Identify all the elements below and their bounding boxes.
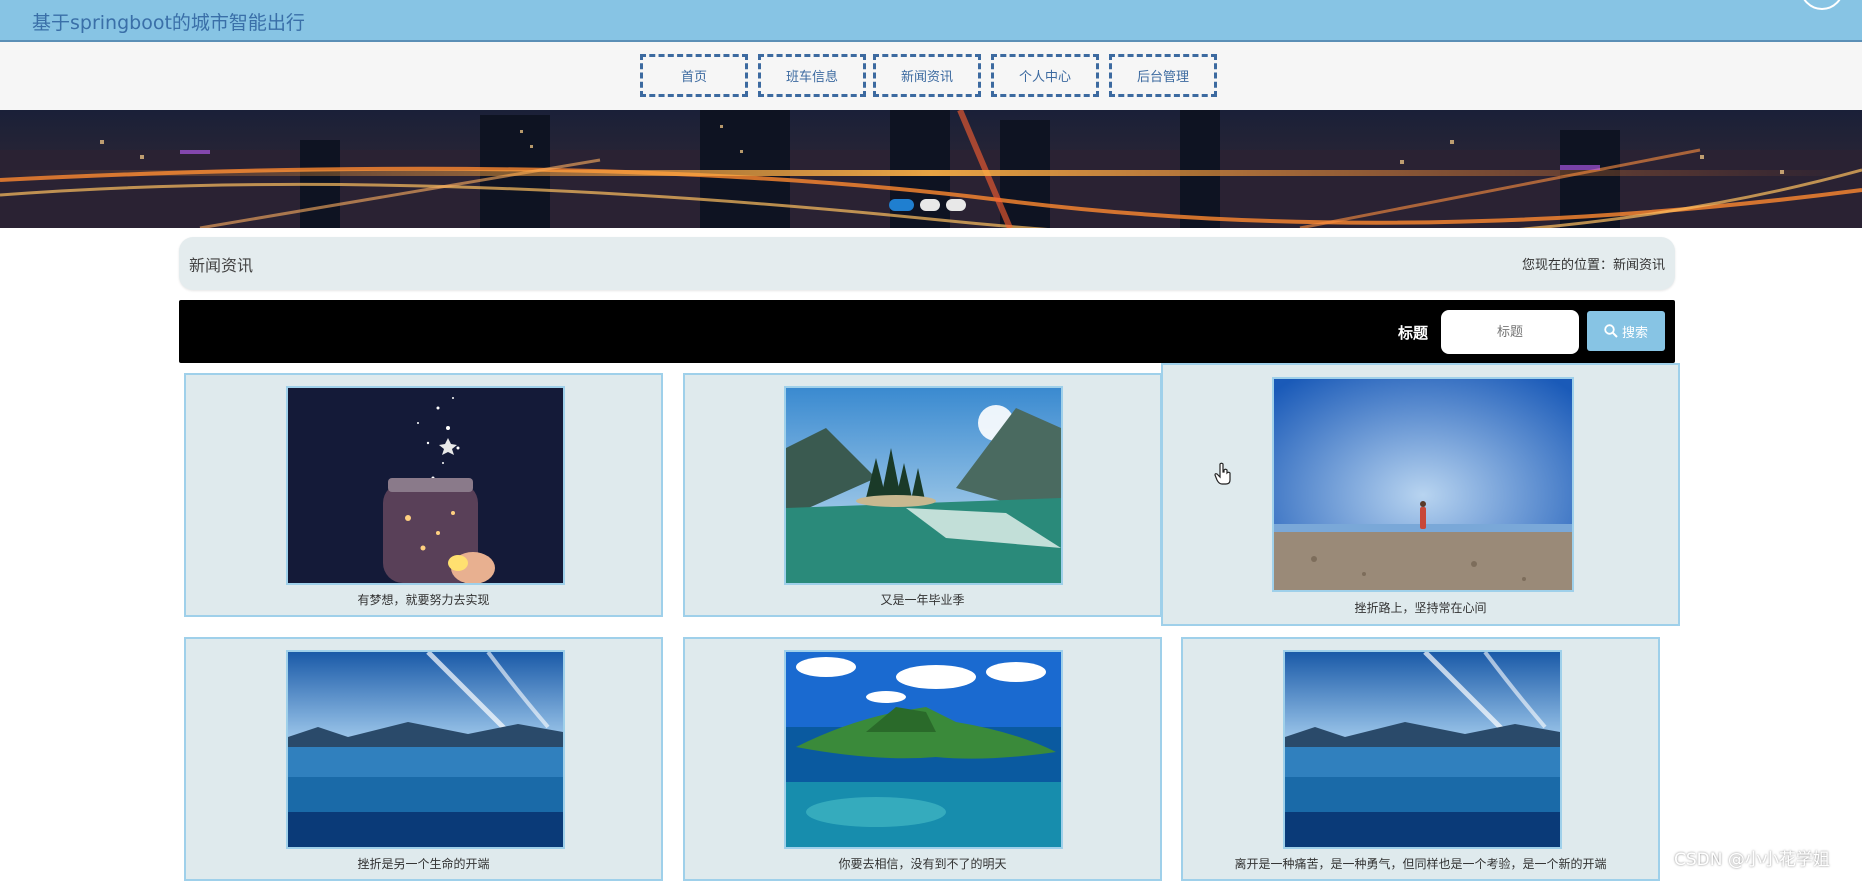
news-image <box>286 650 565 849</box>
news-image <box>286 386 565 585</box>
section-title: 新闻资讯 <box>189 256 254 275</box>
news-title: 离开是一种痛苦，是一种勇气，但同样也是一个考验，是一个新的开端 <box>1234 857 1607 871</box>
nav-item-shuttle-info[interactable]: 班车信息 <box>758 54 866 97</box>
search-button[interactable]: 搜索 <box>1587 311 1665 351</box>
news-card[interactable]: 离开是一种痛苦，是一种勇气，但同样也是一个考验，是一个新的开端 <box>1181 637 1660 881</box>
news-card[interactable]: 又是一年毕业季 <box>683 373 1162 617</box>
news-card[interactable]: 你要去相信，没有到不了的明天 <box>683 637 1162 881</box>
news-title: 你要去相信，没有到不了的明天 <box>838 857 1007 871</box>
news-card-hovered[interactable]: 挫折路上，坚持常在心间 <box>1161 363 1680 626</box>
carousel-dot-2[interactable] <box>920 199 940 211</box>
search-label: 标题 <box>1398 324 1429 342</box>
news-card[interactable]: 挫折是另一个生命的开端 <box>184 637 663 881</box>
news-title: 有梦想，就要努力去实现 <box>357 593 490 607</box>
search-bar: 标题 搜索 <box>179 300 1675 363</box>
site-title: 基于springboot的城市智能出行 <box>32 12 305 34</box>
news-image <box>784 386 1063 585</box>
breadcrumb: 新闻资讯 您现在的位置：新闻资讯 <box>179 237 1675 290</box>
news-image <box>784 650 1063 849</box>
news-title: 挫折路上，坚持常在心间 <box>1354 601 1487 615</box>
search-icon <box>1604 324 1618 338</box>
news-image <box>1272 377 1574 592</box>
nav-item-admin[interactable]: 后台管理 <box>1109 54 1217 97</box>
site-header: 基于springboot的城市智能出行 <box>0 0 1862 42</box>
news-title: 挫折是另一个生命的开端 <box>357 857 490 871</box>
carousel-dot-3[interactable] <box>946 199 966 211</box>
nav-item-home[interactable]: 首页 <box>640 54 748 97</box>
news-title: 又是一年毕业季 <box>880 593 965 607</box>
news-card[interactable]: 有梦想，就要努力去实现 <box>184 373 663 617</box>
search-input[interactable] <box>1441 310 1579 354</box>
carousel-dot-1[interactable] <box>889 199 914 211</box>
news-image <box>1283 650 1562 849</box>
breadcrumb-position: 您现在的位置：新闻资讯 <box>1521 258 1665 273</box>
main-nav: 首页 班车信息 新闻资讯 个人中心 后台管理 <box>0 42 1862 110</box>
hand-cursor-icon <box>1214 462 1231 485</box>
banner-carousel[interactable] <box>0 110 1862 228</box>
search-button-label: 搜索 <box>1621 325 1648 341</box>
nav-item-personal-center[interactable]: 个人中心 <box>991 54 1099 97</box>
nav-item-news[interactable]: 新闻资讯 <box>873 54 981 97</box>
watermark: CSDN @小小花学姐 <box>1674 850 1830 870</box>
avatar[interactable] <box>1800 0 1844 10</box>
